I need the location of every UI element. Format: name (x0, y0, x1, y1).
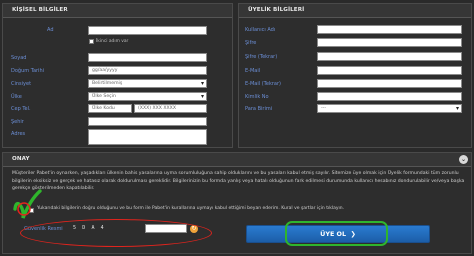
cep-country-code-field[interactable]: Ülke Kodu (88, 104, 132, 113)
ad-field[interactable] (88, 26, 207, 35)
cinsiyet-label: Cinsiyet (11, 81, 32, 87)
email-field[interactable] (317, 66, 462, 75)
personal-info-title: KİŞİSEL BİLGİLER (12, 7, 68, 13)
register-annotation-box (285, 221, 388, 246)
soyad-label: Soyad (11, 55, 27, 61)
email-tekrar-label: E-Mail (Tekrar) (245, 81, 281, 87)
cep-tel-field[interactable]: (XXX) XXX XXXX (134, 104, 207, 113)
dogum-tarihi-label: Doğum Tarihi (11, 68, 45, 74)
cep-tel-label: Cep Tel. (11, 106, 31, 112)
soyad-field[interactable] (88, 53, 207, 62)
kullanici-adi-label: Kullanıcı Adı (245, 27, 276, 33)
para-birimi-select[interactable]: --- (317, 104, 462, 113)
email-tekrar-field[interactable] (317, 79, 462, 88)
approval-text: Müşteriler Pabet'in oynarken, yaşadıklar… (12, 171, 465, 192)
collapse-icon[interactable]: ⌄ (459, 155, 468, 164)
sifre-tekrar-field[interactable] (317, 52, 462, 61)
second-name-label: İkinci adım var (96, 39, 129, 44)
captcha-annotation-ellipse (20, 219, 212, 247)
adres-field[interactable] (88, 129, 207, 145)
para-birimi-label: Para Birimi (245, 106, 273, 112)
kimlik-no-field[interactable] (317, 92, 462, 101)
email-label: E-Mail (245, 68, 261, 74)
approval-header: ONAY ⌄ (3, 153, 471, 167)
ulke-label: Ülke (11, 94, 22, 100)
sifre-field[interactable] (317, 38, 462, 47)
ad-label: Ad (47, 27, 54, 33)
dogum-tarihi-field[interactable]: gg/aa/yyyy (88, 66, 207, 75)
kimlik-no-label: Kimlik No (245, 94, 269, 100)
personal-info-header: KİŞİSEL BİLGİLER (3, 4, 232, 18)
adres-label: Adres (11, 131, 26, 137)
membership-info-title: ÜYELİK BİLGİLERİ (248, 7, 305, 13)
ulke-select[interactable]: Ülke Seçin (88, 92, 207, 101)
approval-title: ONAY (12, 156, 30, 162)
confirm-text: Yukarıdaki bilgilerin doğru olduğunu ve … (37, 206, 345, 211)
membership-info-header: ÜYELİK BİLGİLERİ (239, 4, 471, 18)
membership-info-panel: ÜYELİK BİLGİLERİ Kullanıcı Adı Şifre Şif… (238, 3, 472, 148)
sifre-label: Şifre (245, 40, 257, 46)
second-name-checkbox[interactable] (89, 39, 94, 44)
sifre-tekrar-label: Şifre (Tekrar) (245, 54, 278, 60)
kullanici-adi-field[interactable] (317, 25, 462, 34)
green-checkmark-icon (13, 189, 42, 219)
personal-info-panel: KİŞİSEL BİLGİLER Ad İkinci adım var Soya… (2, 3, 233, 148)
sehir-label: Şehir (11, 119, 24, 125)
sehir-field[interactable] (88, 117, 207, 126)
cinsiyet-select[interactable]: Belirtilmemiş (88, 79, 207, 88)
